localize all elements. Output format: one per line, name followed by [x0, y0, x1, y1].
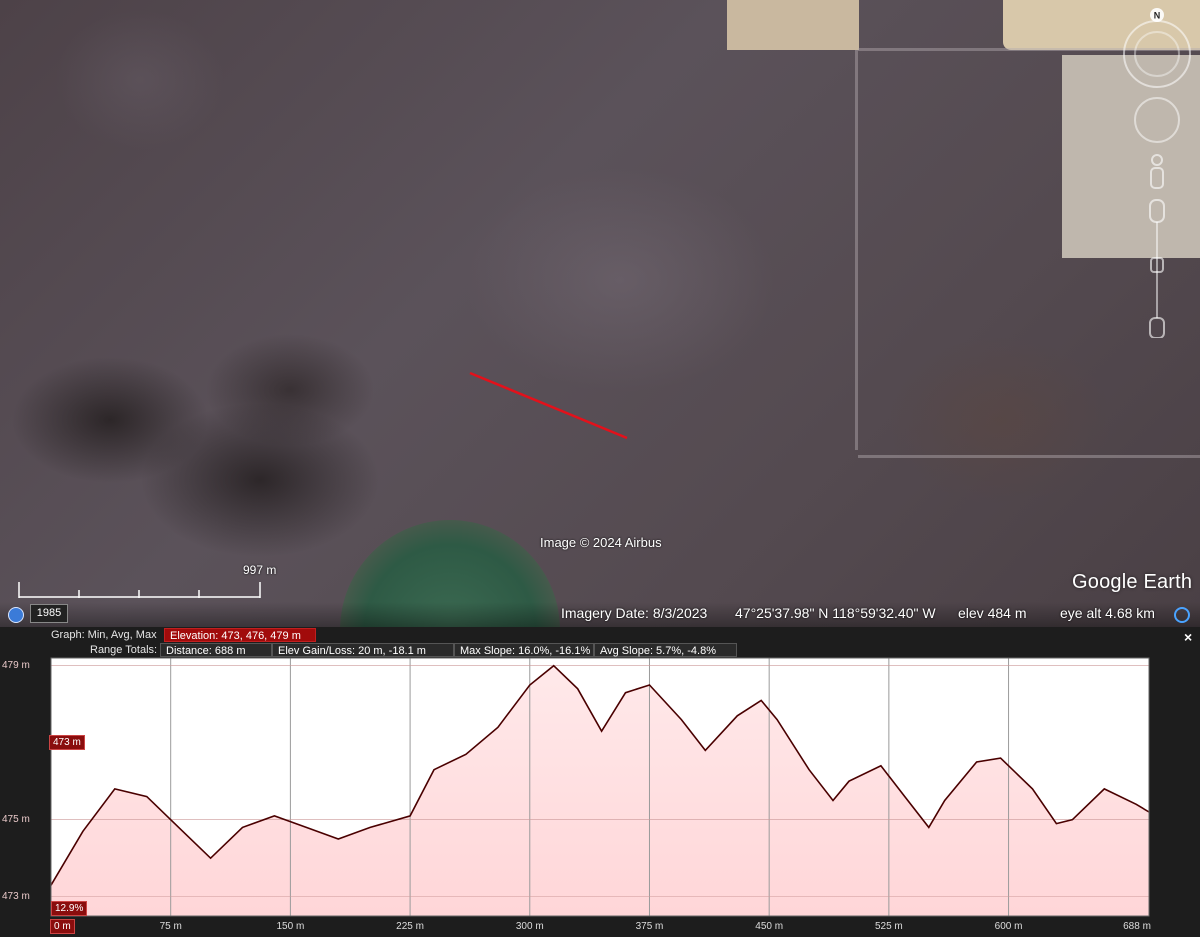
compass-n: N	[1154, 11, 1161, 21]
google-earth-logo: Google Earth	[1072, 571, 1193, 593]
max-slope: Max Slope: 16.0%, -16.1%	[454, 643, 594, 657]
x-tick-label: 75 m	[159, 921, 182, 932]
y-tick-label: 473 m	[2, 890, 30, 902]
scale-label: 997 m	[243, 563, 277, 577]
x-tick-label: 150 m	[276, 921, 305, 932]
avg-slope: Avg Slope: 5.7%, -4.8%	[594, 643, 737, 657]
cursor-elevation-tag: 473 m	[49, 735, 85, 750]
globe-loading-icon	[1174, 607, 1190, 623]
compass-north-label: N	[1150, 8, 1164, 22]
elevation-chart[interactable]	[0, 627, 1200, 937]
satellite-map[interactable]: Image © 2024 Airbus 997 m Google Earth N	[0, 0, 1200, 627]
y-tick-label: 475 m	[2, 813, 30, 825]
range-totals-label: Range Totals:	[90, 644, 158, 656]
x-tick-label: 525 m	[874, 921, 903, 932]
historical-year[interactable]: 1985	[30, 604, 68, 623]
x-tick-label: 688 m	[1123, 921, 1151, 932]
imagery-date: Imagery Date: 8/3/2023	[561, 605, 708, 621]
y-tick-label: 479 m	[2, 659, 30, 671]
look-joystick[interactable]	[1134, 97, 1180, 143]
street-view-pegman-icon[interactable]	[1150, 154, 1164, 189]
cursor-slope-tag: 12.9%	[51, 901, 88, 916]
x-tick-label: 300 m	[515, 921, 544, 932]
compass-ring[interactable]	[1123, 20, 1191, 88]
elev-gain-loss: Elev Gain/Loss: 20 m, -18.1 m	[272, 643, 454, 657]
cursor-elevation: elev 484 m	[958, 605, 1027, 621]
zoom-slider[interactable]	[1149, 199, 1165, 338]
close-icon[interactable]: ×	[1184, 629, 1192, 645]
historical-imagery-icon[interactable]	[8, 607, 24, 623]
eye-altitude: eye alt 4.68 km	[1060, 605, 1155, 621]
image-credit: Image © 2024 Airbus	[540, 535, 662, 550]
elevation-summary: Elevation: 473, 476, 479 m	[164, 628, 316, 642]
distance-total: Distance: 688 m	[160, 643, 272, 657]
path-line[interactable]	[469, 371, 628, 440]
x-tick-label: 600 m	[994, 921, 1023, 932]
x-tick-label: 375 m	[635, 921, 664, 932]
cursor-distance-tag: 0 m	[50, 919, 75, 934]
measured-path[interactable]	[0, 0, 1200, 627]
cursor-coordinates: 47°25'37.98" N 118°59'32.40" W	[735, 605, 936, 621]
navigation-controls[interactable]: N	[1120, 8, 1194, 338]
elevation-profile-panel[interactable]: × Graph: Min, Avg, Max Elevation: 473, 4…	[0, 627, 1200, 937]
x-tick-label: 225 m	[396, 921, 424, 932]
scale-bar	[18, 582, 261, 598]
graph-label: Graph: Min, Avg, Max	[51, 629, 157, 641]
x-tick-label: 450 m	[755, 921, 784, 932]
